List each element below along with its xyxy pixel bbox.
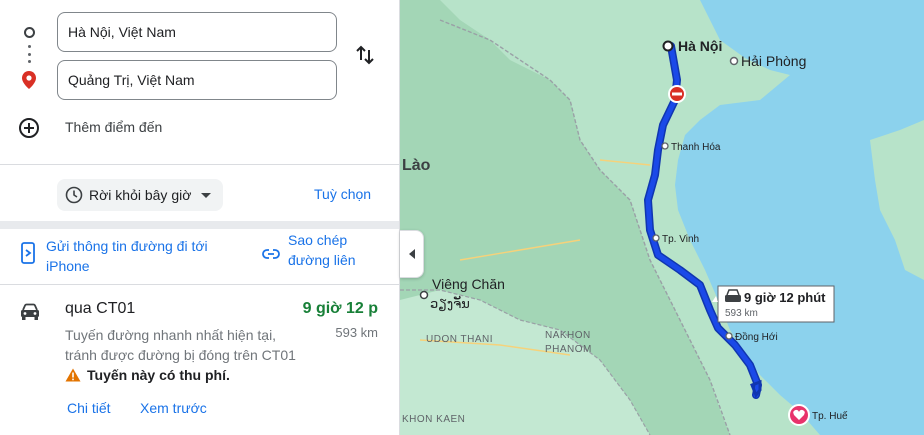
map-label-viengchan: Viêng Chăn (432, 276, 505, 292)
route-dots-icon (27, 45, 31, 63)
clock-icon (65, 186, 83, 204)
toll-text: Tuyến này có thu phí. (87, 367, 230, 383)
map-label-hanoi: Hà Nội (678, 38, 722, 54)
map-label-haiphong: Hải Phòng (741, 53, 806, 69)
caret-down-icon (201, 192, 212, 198)
directions-panel: Hà Nội, Việt Nam Quảng Trị, Việt Nam Thê… (0, 0, 400, 435)
origin-marker-icon (662, 40, 674, 52)
origin-value: Hà Nội, Việt Nam (68, 24, 176, 40)
map-label-phanom: PHANOM (545, 344, 592, 355)
route-option-card[interactable]: qua CT01 9 giờ 12 p Tuyến đường nhanh nh… (0, 284, 399, 435)
route-description: Tuyến đường nhanh nhất hiện tại, tránh đ… (65, 327, 296, 363)
map-canvas[interactable]: Hà Nội Hải Phòng Lào Thanh Hóa Tp. Vinh … (400, 0, 924, 435)
add-destination-button[interactable] (18, 117, 40, 144)
destination-input[interactable]: Quảng Trị, Việt Nam (57, 60, 337, 100)
map-label-vinh: Tp. Vinh (662, 234, 699, 245)
add-circle-icon (19, 118, 39, 138)
add-destination-label[interactable]: Thêm điểm đến (65, 119, 162, 135)
warning-icon (65, 368, 81, 382)
divider (0, 164, 399, 165)
map-label-udonthani: UDON THANI (426, 334, 493, 345)
preview-button[interactable]: Xem trước (140, 400, 207, 416)
map-label-lao: Lào (402, 157, 431, 174)
collapse-panel-button[interactable] (400, 230, 424, 278)
origin-input[interactable]: Hà Nội, Việt Nam (57, 12, 337, 52)
route-via: qua CT01 (65, 300, 136, 317)
map-label-donghoi: Đồng Hới (735, 331, 778, 343)
send-to-phone-button[interactable]: Gửi thông tin đường đi tới iPhone (20, 236, 226, 276)
copy-link-label: Sao chép đường liên kết (288, 232, 356, 274)
route-distance: 593 km (335, 325, 378, 340)
route-options-button[interactable]: Tuỳ chọn (314, 186, 371, 202)
route-callout[interactable]: 9 giờ 12 phút 593 km (712, 285, 835, 323)
origin-marker-icon (16, 19, 42, 45)
toll-warning: Tuyến này có thu phí. (65, 367, 230, 383)
car-icon (19, 303, 41, 326)
section-divider (0, 221, 399, 229)
chevron-left-icon (408, 249, 415, 259)
swap-route-button[interactable] (350, 40, 380, 70)
map-label-nakhon: NAKHON (545, 330, 591, 341)
destination-value: Quảng Trị, Việt Nam (68, 72, 195, 88)
send-to-phone-label: Gửi thông tin đường đi tới iPhone (46, 238, 208, 274)
copy-link-button[interactable]: Sao chép đường liên kết (262, 230, 368, 274)
link-icon (262, 249, 280, 259)
destination-pin-icon (16, 67, 42, 93)
map-label-thanhhoa: Thanh Hóa (671, 142, 721, 153)
share-row: Gửi thông tin đường đi tới iPhone Sao ch… (0, 232, 399, 280)
route-duration: 9 giờ 12 p (302, 300, 378, 317)
swap-icon (356, 45, 374, 65)
map-label-viengchan-lao: ວຽງຈັນ (430, 296, 470, 312)
depart-time-dropdown[interactable]: Rời khỏi bây giờ (57, 179, 224, 211)
map-label-khonkaen: KHON KAEN (402, 414, 465, 425)
map-label-hue: Tp. Huế (812, 410, 848, 422)
phone-send-icon (21, 242, 35, 264)
callout-distance: 593 km (725, 308, 758, 319)
depart-time-label: Rời khỏi bây giờ (89, 187, 192, 203)
callout-time: 9 giờ 12 phút (744, 290, 826, 305)
details-button[interactable]: Chi tiết (67, 400, 111, 416)
